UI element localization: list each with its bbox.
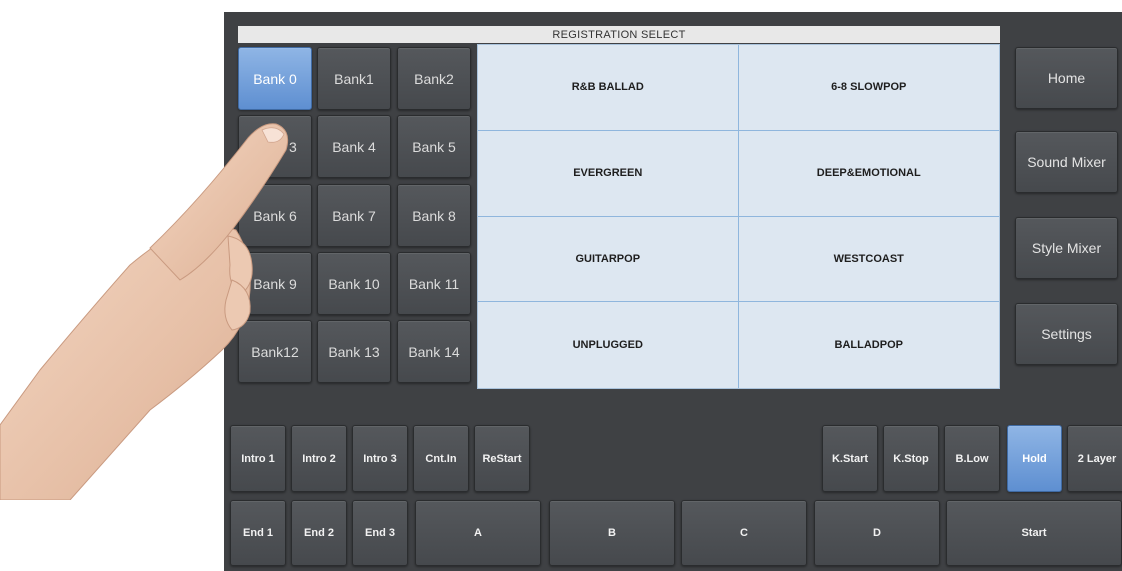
- variation-b-button[interactable]: B: [549, 500, 675, 566]
- start-button[interactable]: Start: [946, 500, 1122, 566]
- registration-screen: REGISTRATION SELECT R&B BALLAD 6-8 SLOWP…: [224, 12, 1122, 571]
- registration-grid: R&B BALLAD 6-8 SLOWPOP EVERGREEN DEEP&EM…: [477, 44, 1000, 389]
- registration-item[interactable]: EVERGREEN: [478, 130, 739, 217]
- registration-item[interactable]: R&B BALLAD: [478, 45, 739, 131]
- screen-title: REGISTRATION SELECT: [238, 26, 1000, 43]
- registration-item[interactable]: 6-8 SLOWPOP: [738, 45, 999, 131]
- ending-2-button[interactable]: End 2: [291, 500, 347, 566]
- variation-c-button[interactable]: C: [681, 500, 807, 566]
- ending-1-button[interactable]: End 1: [230, 500, 286, 566]
- settings-button[interactable]: Settings: [1015, 303, 1118, 365]
- bank-button[interactable]: Bank 10: [317, 252, 391, 315]
- bank-button[interactable]: Bank 8: [397, 184, 471, 247]
- variation-d-button[interactable]: D: [814, 500, 940, 566]
- bank-button[interactable]: Bank 13: [317, 320, 391, 383]
- two-layer-button[interactable]: 2 Layer: [1067, 425, 1122, 492]
- sound-mixer-button[interactable]: Sound Mixer: [1015, 131, 1118, 193]
- intro-3-button[interactable]: Intro 3: [352, 425, 408, 492]
- registration-item[interactable]: UNPLUGGED: [478, 302, 739, 388]
- bank-button[interactable]: Bank 7: [317, 184, 391, 247]
- bank-button[interactable]: Bank 4: [317, 115, 391, 178]
- variation-a-button[interactable]: A: [415, 500, 541, 566]
- key-start-button[interactable]: K.Start: [822, 425, 878, 492]
- restart-button[interactable]: ReStart: [474, 425, 530, 492]
- bank-button[interactable]: Bank2: [397, 47, 471, 110]
- bank-button[interactable]: Bank1: [317, 47, 391, 110]
- bass-low-button[interactable]: B.Low: [944, 425, 1000, 492]
- style-mixer-button[interactable]: Style Mixer: [1015, 217, 1118, 279]
- hold-button[interactable]: Hold: [1007, 425, 1062, 492]
- registration-item[interactable]: DEEP&EMOTIONAL: [738, 131, 999, 217]
- bank-button[interactable]: Bank 14: [397, 320, 471, 383]
- ending-3-button[interactable]: End 3: [352, 500, 408, 566]
- registration-item[interactable]: BALLADPOP: [739, 302, 1000, 388]
- registration-item[interactable]: WESTCOAST: [738, 217, 999, 303]
- registration-item[interactable]: GUITARPOP: [478, 216, 739, 303]
- pointing-hand-icon: [0, 123, 289, 500]
- bank-button[interactable]: Bank 11: [397, 252, 471, 315]
- bank-button[interactable]: Bank 5: [397, 115, 471, 178]
- key-stop-button[interactable]: K.Stop: [883, 425, 939, 492]
- home-button[interactable]: Home: [1015, 47, 1118, 109]
- count-in-button[interactable]: Cnt.In: [413, 425, 469, 492]
